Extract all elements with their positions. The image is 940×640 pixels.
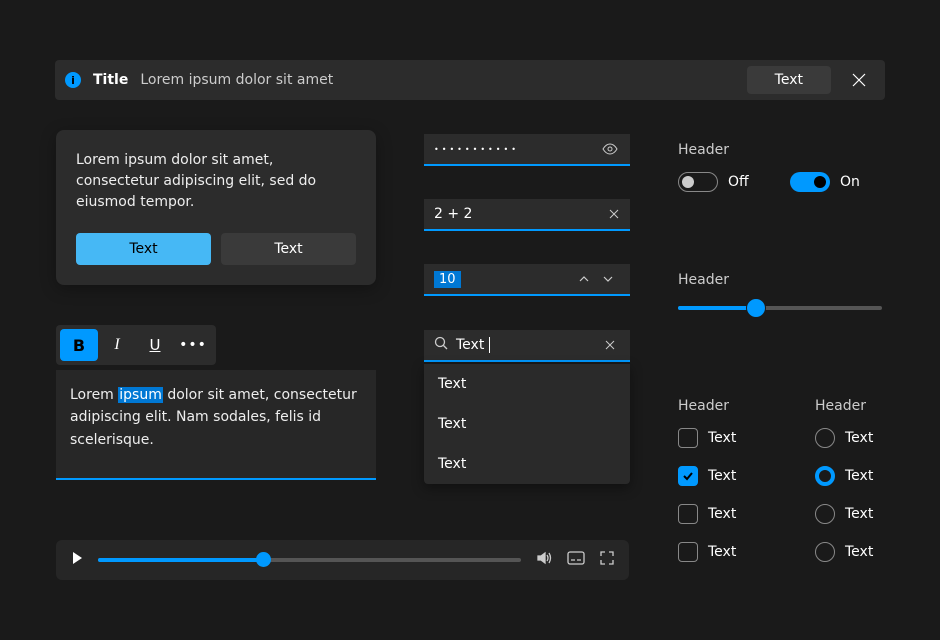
bold-icon: B [73, 336, 85, 355]
radio-item[interactable]: Text [815, 466, 873, 486]
checkbox-label: Text [708, 506, 736, 522]
play-button[interactable] [70, 551, 84, 569]
slider-thumb[interactable] [746, 298, 766, 318]
media-player [56, 540, 629, 580]
clear-search-button[interactable] [600, 340, 620, 350]
radio-label: Text [845, 430, 873, 446]
radio-item[interactable]: Text [815, 542, 873, 562]
rte-text: Lorem [70, 387, 118, 403]
play-icon [70, 551, 84, 565]
dialog-body: Lorem ipsum dolor sit amet, consectetur … [76, 150, 356, 213]
toggle-on-label: On [840, 174, 860, 190]
slider[interactable] [678, 306, 882, 310]
bold-button[interactable]: B [60, 329, 98, 361]
radio-label: Text [845, 468, 873, 484]
slider-header: Header [678, 272, 729, 288]
checkbox-label: Text [708, 468, 736, 484]
radio-label: Text [845, 506, 873, 522]
info-bar: i Title Lorem ipsum dolor sit amet Text [55, 60, 885, 100]
eye-icon [602, 141, 618, 157]
checkbox-item[interactable]: Text [678, 542, 736, 562]
seek-bar[interactable] [98, 558, 521, 562]
toggle-off-label: Off [728, 174, 749, 190]
italic-icon: I [114, 336, 119, 354]
volume-button[interactable] [535, 549, 553, 571]
spin-up-button[interactable] [572, 276, 596, 282]
dialog-secondary-button[interactable]: Text [221, 233, 356, 265]
checkbox-checked[interactable] [678, 466, 698, 486]
checkbox-label: Text [708, 544, 736, 560]
close-button[interactable] [843, 64, 875, 96]
close-icon [609, 209, 619, 219]
autosuggest: Text Text Text Text [424, 330, 630, 484]
info-bar-message: Lorem ipsum dolor sit amet [140, 72, 746, 88]
text-input-field[interactable] [434, 206, 608, 222]
more-button[interactable]: ••• [174, 329, 212, 361]
checkbox-unchecked[interactable] [678, 428, 698, 448]
suggestion-list: Text Text Text [424, 364, 630, 484]
caption-button[interactable] [567, 551, 585, 569]
password-value: ••••••••••• [434, 145, 600, 154]
seek-thumb[interactable] [256, 552, 271, 567]
checkbox-header: Header [678, 398, 729, 414]
spin-down-button[interactable] [596, 276, 620, 282]
close-icon [605, 340, 615, 350]
radio-header: Header [815, 398, 866, 414]
password-input[interactable]: ••••••••••• [424, 134, 630, 166]
reveal-password-button[interactable] [600, 141, 620, 157]
chevron-down-icon [603, 276, 613, 282]
underline-button[interactable]: U [136, 329, 174, 361]
suggestion-item[interactable]: Text [424, 444, 630, 484]
seek-fill [98, 558, 263, 562]
suggestion-item[interactable]: Text [424, 404, 630, 444]
slider-fill [678, 306, 756, 310]
format-toolbar: B I U ••• [56, 325, 216, 365]
fullscreen-icon [599, 550, 615, 566]
caption-icon [567, 551, 585, 565]
underline-icon: U [150, 336, 161, 354]
info-bar-title: Title [93, 72, 128, 88]
rte-selection: ipsum [118, 387, 163, 403]
checkbox-label: Text [708, 430, 736, 446]
checkbox-unchecked[interactable] [678, 542, 698, 562]
toggle-switch-off[interactable] [678, 172, 718, 192]
info-icon: i [65, 72, 81, 88]
info-bar-action-button[interactable]: Text [747, 66, 831, 94]
volume-icon [535, 549, 553, 567]
number-input[interactable]: 10 [424, 264, 630, 296]
suggestion-item[interactable]: Text [424, 364, 630, 404]
italic-button[interactable]: I [98, 329, 136, 361]
content-dialog: Lorem ipsum dolor sit amet, consectetur … [56, 130, 376, 285]
text-input[interactable] [424, 199, 630, 231]
radio-unchecked[interactable] [815, 428, 835, 448]
radio-item[interactable]: Text [815, 504, 873, 524]
checkbox-item[interactable]: Text [678, 504, 736, 524]
slider-track [678, 306, 882, 310]
toggle-header: Header [678, 142, 729, 158]
search-input[interactable]: Text [424, 330, 630, 362]
radio-item[interactable]: Text [815, 428, 873, 448]
search-value: Text [456, 337, 600, 353]
fullscreen-button[interactable] [599, 550, 615, 570]
checkbox-unchecked[interactable] [678, 504, 698, 524]
checkbox-item[interactable]: Text [678, 466, 736, 486]
radio-label: Text [845, 544, 873, 560]
more-icon: ••• [179, 337, 207, 353]
toggle-switch-on[interactable] [790, 172, 830, 192]
close-icon [852, 73, 866, 87]
chevron-up-icon [579, 276, 589, 282]
radio-unchecked[interactable] [815, 542, 835, 562]
radio-checked[interactable] [815, 466, 835, 486]
search-icon [434, 336, 448, 354]
number-value: 10 [434, 271, 461, 288]
clear-button[interactable] [608, 209, 620, 219]
check-icon [682, 470, 694, 482]
dialog-primary-button[interactable]: Text [76, 233, 211, 265]
rich-text-editor[interactable]: Lorem ipsum dolor sit amet, consectetur … [56, 370, 376, 480]
radio-unchecked[interactable] [815, 504, 835, 524]
checkbox-item[interactable]: Text [678, 428, 736, 448]
